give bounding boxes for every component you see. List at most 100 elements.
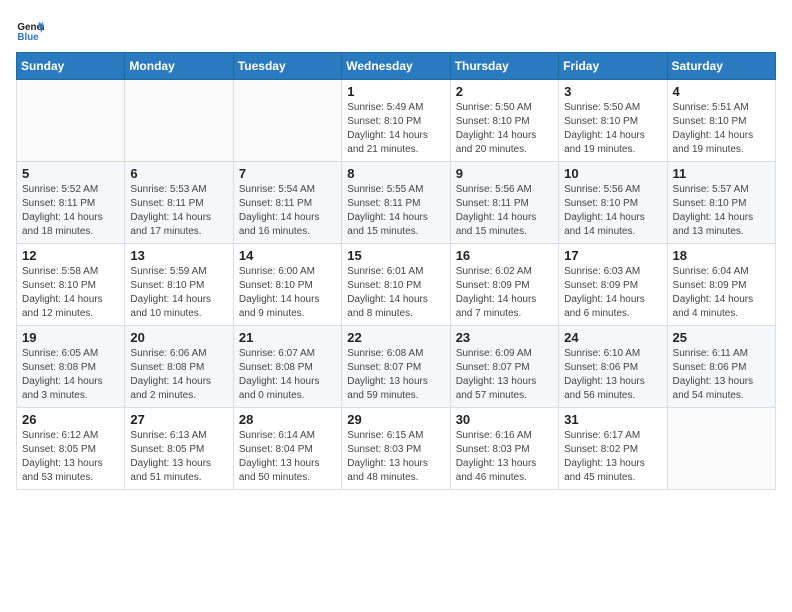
day-cell: 12 Sunrise: 5:58 AM Sunset: 8:10 PM Dayli… bbox=[17, 244, 125, 326]
day-cell: 3 Sunrise: 5:50 AM Sunset: 8:10 PM Daylig… bbox=[559, 80, 667, 162]
day-info: Sunrise: 5:49 AM Sunset: 8:10 PM Dayligh… bbox=[347, 101, 444, 157]
day-cell: 23Sunrise: 6:09 AM Sunset: 8:07 PM Dayli… bbox=[450, 326, 558, 408]
weekday-header-sunday: Sunday bbox=[17, 53, 125, 80]
day-info: Sunrise: 6:01 AM Sunset: 8:10 PM Dayligh… bbox=[347, 265, 444, 321]
logo-icon: General Blue bbox=[16, 16, 44, 44]
day-cell: 21 Sunrise: 6:07 AM Sunset: 8:08 PM Dayli… bbox=[233, 326, 341, 408]
day-number: 17 bbox=[564, 248, 661, 263]
day-info: Sunrise: 5:56 AM Sunset: 8:10 PM Dayligh… bbox=[564, 183, 661, 239]
day-cell: 30 Sunrise: 6:16 AM Sunset: 8:03 PM Dayli… bbox=[450, 408, 558, 490]
day-number: 16 bbox=[456, 248, 553, 263]
day-info: Sunrise: 5:53 AM Sunset: 8:11 PM Dayligh… bbox=[130, 183, 227, 239]
day-info: Sunrise: 6:15 AM Sunset: 8:03 PM Dayligh… bbox=[347, 429, 444, 485]
day-cell: 7 Sunrise: 5:54 AM Sunset: 8:11 PM Daylig… bbox=[233, 162, 341, 244]
day-cell: 25 Sunrise: 6:11 AM Sunset: 8:06 PM Dayli… bbox=[667, 326, 775, 408]
day-cell: 4 Sunrise: 5:51 AM Sunset: 8:10 PM Daylig… bbox=[667, 80, 775, 162]
day-number: 3 bbox=[564, 84, 661, 99]
day-number: 1 bbox=[347, 84, 444, 99]
day-info: Sunrise: 5:52 AM Sunset: 8:11 PM Dayligh… bbox=[22, 183, 119, 239]
day-number: 21 bbox=[239, 330, 336, 345]
day-info: Sunrise: 6:00 AM Sunset: 8:10 PM Dayligh… bbox=[239, 265, 336, 321]
day-cell: 10Sunrise: 5:56 AM Sunset: 8:10 PM Dayli… bbox=[559, 162, 667, 244]
day-info: Sunrise: 5:55 AM Sunset: 8:11 PM Dayligh… bbox=[347, 183, 444, 239]
day-info: Sunrise: 5:50 AM Sunset: 8:10 PM Dayligh… bbox=[456, 101, 553, 157]
day-cell: 9 Sunrise: 5:56 AM Sunset: 8:11 PM Daylig… bbox=[450, 162, 558, 244]
day-number: 23 bbox=[456, 330, 553, 345]
day-number: 24 bbox=[564, 330, 661, 345]
logo: General Blue bbox=[16, 16, 48, 44]
day-number: 25 bbox=[673, 330, 770, 345]
week-row-1: 1 Sunrise: 5:49 AM Sunset: 8:10 PM Daylig… bbox=[17, 80, 776, 162]
day-cell: 14Sunrise: 6:00 AM Sunset: 8:10 PM Dayli… bbox=[233, 244, 341, 326]
day-cell: 17 Sunrise: 6:03 AM Sunset: 8:09 PM Dayli… bbox=[559, 244, 667, 326]
day-number: 15 bbox=[347, 248, 444, 263]
day-info: Sunrise: 6:04 AM Sunset: 8:09 PM Dayligh… bbox=[673, 265, 770, 321]
day-cell: 15 Sunrise: 6:01 AM Sunset: 8:10 PM Dayli… bbox=[342, 244, 450, 326]
day-number: 22 bbox=[347, 330, 444, 345]
week-row-5: 26 Sunrise: 6:12 AM Sunset: 8:05 PM Dayli… bbox=[17, 408, 776, 490]
day-info: Sunrise: 6:08 AM Sunset: 8:07 PM Dayligh… bbox=[347, 347, 444, 403]
day-info: Sunrise: 5:50 AM Sunset: 8:10 PM Dayligh… bbox=[564, 101, 661, 157]
day-number: 13 bbox=[130, 248, 227, 263]
day-info: Sunrise: 6:12 AM Sunset: 8:05 PM Dayligh… bbox=[22, 429, 119, 485]
day-cell bbox=[667, 408, 775, 490]
week-row-2: 5 Sunrise: 5:52 AM Sunset: 8:11 PM Daylig… bbox=[17, 162, 776, 244]
day-cell: 28 Sunrise: 6:14 AM Sunset: 8:04 PM Dayli… bbox=[233, 408, 341, 490]
day-cell: 27 Sunrise: 6:13 AM Sunset: 8:05 PM Dayli… bbox=[125, 408, 233, 490]
day-info: Sunrise: 5:54 AM Sunset: 8:11 PM Dayligh… bbox=[239, 183, 336, 239]
day-cell: 8 Sunrise: 5:55 AM Sunset: 8:11 PM Daylig… bbox=[342, 162, 450, 244]
day-number: 19 bbox=[22, 330, 119, 345]
day-cell bbox=[125, 80, 233, 162]
day-info: Sunrise: 5:59 AM Sunset: 8:10 PM Dayligh… bbox=[130, 265, 227, 321]
week-row-4: 19Sunrise: 6:05 AM Sunset: 8:08 PM Dayli… bbox=[17, 326, 776, 408]
day-cell: 29Sunrise: 6:15 AM Sunset: 8:03 PM Dayli… bbox=[342, 408, 450, 490]
weekday-header-friday: Friday bbox=[559, 53, 667, 80]
day-cell: 2 Sunrise: 5:50 AM Sunset: 8:10 PM Daylig… bbox=[450, 80, 558, 162]
day-cell: 16 Sunrise: 6:02 AM Sunset: 8:09 PM Dayli… bbox=[450, 244, 558, 326]
day-info: Sunrise: 6:13 AM Sunset: 8:05 PM Dayligh… bbox=[130, 429, 227, 485]
day-cell: 31Sunrise: 6:17 AM Sunset: 8:02 PM Dayli… bbox=[559, 408, 667, 490]
weekday-header-thursday: Thursday bbox=[450, 53, 558, 80]
day-cell: 22 Sunrise: 6:08 AM Sunset: 8:07 PM Dayli… bbox=[342, 326, 450, 408]
day-number: 2 bbox=[456, 84, 553, 99]
day-number: 8 bbox=[347, 166, 444, 181]
day-info: Sunrise: 5:57 AM Sunset: 8:10 PM Dayligh… bbox=[673, 183, 770, 239]
day-info: Sunrise: 6:14 AM Sunset: 8:04 PM Dayligh… bbox=[239, 429, 336, 485]
weekday-header-saturday: Saturday bbox=[667, 53, 775, 80]
day-info: Sunrise: 6:11 AM Sunset: 8:06 PM Dayligh… bbox=[673, 347, 770, 403]
day-info: Sunrise: 6:03 AM Sunset: 8:09 PM Dayligh… bbox=[564, 265, 661, 321]
week-row-3: 12 Sunrise: 5:58 AM Sunset: 8:10 PM Dayli… bbox=[17, 244, 776, 326]
day-cell: 11 Sunrise: 5:57 AM Sunset: 8:10 PM Dayli… bbox=[667, 162, 775, 244]
day-cell: 13 Sunrise: 5:59 AM Sunset: 8:10 PM Dayli… bbox=[125, 244, 233, 326]
day-number: 5 bbox=[22, 166, 119, 181]
weekday-header-row: SundayMondayTuesdayWednesdayThursdayFrid… bbox=[17, 53, 776, 80]
day-number: 26 bbox=[22, 412, 119, 427]
day-info: Sunrise: 6:17 AM Sunset: 8:02 PM Dayligh… bbox=[564, 429, 661, 485]
day-number: 28 bbox=[239, 412, 336, 427]
day-number: 11 bbox=[673, 166, 770, 181]
day-number: 30 bbox=[456, 412, 553, 427]
day-info: Sunrise: 5:58 AM Sunset: 8:10 PM Dayligh… bbox=[22, 265, 119, 321]
day-cell: 19Sunrise: 6:05 AM Sunset: 8:08 PM Dayli… bbox=[17, 326, 125, 408]
day-info: Sunrise: 5:56 AM Sunset: 8:11 PM Dayligh… bbox=[456, 183, 553, 239]
day-info: Sunrise: 6:16 AM Sunset: 8:03 PM Dayligh… bbox=[456, 429, 553, 485]
day-number: 27 bbox=[130, 412, 227, 427]
day-cell: 18Sunrise: 6:04 AM Sunset: 8:09 PM Dayli… bbox=[667, 244, 775, 326]
day-cell: 6 Sunrise: 5:53 AM Sunset: 8:11 PM Daylig… bbox=[125, 162, 233, 244]
weekday-header-wednesday: Wednesday bbox=[342, 53, 450, 80]
day-info: Sunrise: 5:51 AM Sunset: 8:10 PM Dayligh… bbox=[673, 101, 770, 157]
day-number: 9 bbox=[456, 166, 553, 181]
day-cell bbox=[17, 80, 125, 162]
day-number: 4 bbox=[673, 84, 770, 99]
day-cell: 5 Sunrise: 5:52 AM Sunset: 8:11 PM Daylig… bbox=[17, 162, 125, 244]
day-info: Sunrise: 6:02 AM Sunset: 8:09 PM Dayligh… bbox=[456, 265, 553, 321]
calendar-table: SundayMondayTuesdayWednesdayThursdayFrid… bbox=[16, 52, 776, 490]
day-number: 20 bbox=[130, 330, 227, 345]
page-header: General Blue bbox=[16, 16, 776, 44]
day-number: 12 bbox=[22, 248, 119, 263]
day-info: Sunrise: 6:07 AM Sunset: 8:08 PM Dayligh… bbox=[239, 347, 336, 403]
svg-text:Blue: Blue bbox=[17, 32, 39, 43]
day-cell: 24Sunrise: 6:10 AM Sunset: 8:06 PM Dayli… bbox=[559, 326, 667, 408]
day-number: 6 bbox=[130, 166, 227, 181]
day-number: 7 bbox=[239, 166, 336, 181]
